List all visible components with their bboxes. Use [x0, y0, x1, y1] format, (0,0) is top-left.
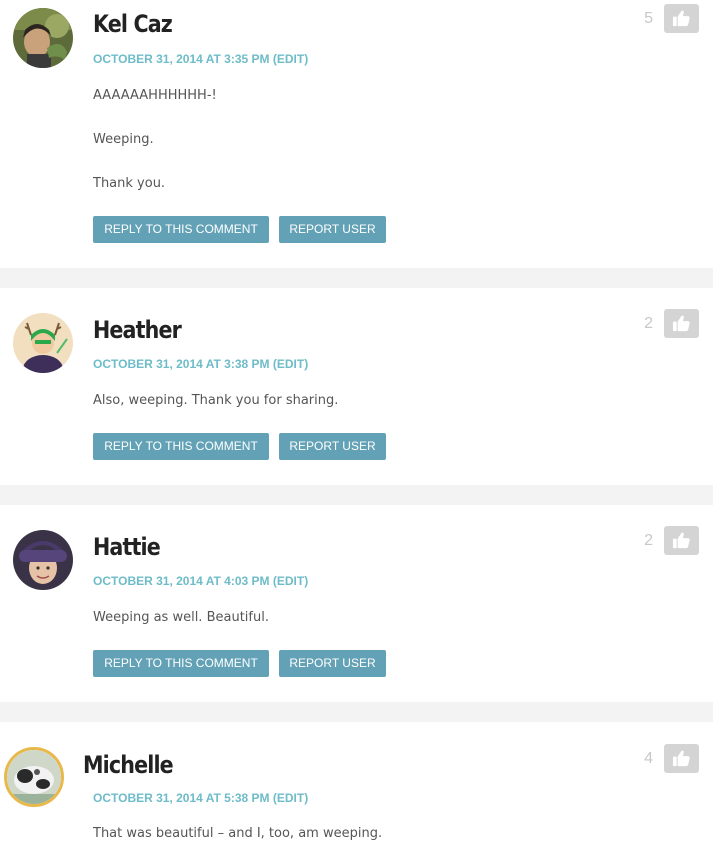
comment-meta: OCTOBER 31, 2014 AT 3:35 PM (EDIT) [93, 52, 308, 66]
like-button[interactable] [664, 4, 699, 33]
thumbs-up-icon [672, 10, 690, 27]
comment-text: That was beautiful – and I, too, am weep… [93, 826, 383, 841]
comment-meta: OCTOBER 31, 2014 AT 4:03 PM (EDIT) [93, 574, 308, 588]
thumbs-up-icon [672, 315, 690, 332]
comment-text: AAAAAAHHHHHH-! [93, 88, 217, 103]
edit-link[interactable]: (EDIT) [273, 791, 308, 805]
comment-text: Weeping as well. Beautiful. [93, 610, 269, 625]
comment-meta: OCTOBER 31, 2014 AT 3:38 PM (EDIT) [93, 357, 308, 371]
comment-text: Also, weeping. Thank you for sharing. [93, 393, 339, 408]
edit-link[interactable]: (EDIT) [273, 52, 308, 66]
comment-item: Heather OCTOBER 31, 2014 AT 3:38 PM (EDI… [0, 288, 713, 485]
reply-button[interactable]: REPLY TO THIS COMMENT [93, 216, 269, 243]
like-count: 4 [644, 750, 653, 767]
comment-list: Kel Caz OCTOBER 31, 2014 AT 3:35 PM (EDI… [0, 0, 713, 845]
like-button[interactable] [664, 309, 699, 338]
comment-text: Weeping. [93, 132, 154, 147]
avatar[interactable] [4, 747, 64, 807]
comment-author[interactable]: Hattie [93, 533, 161, 561]
comment-item: Kel Caz OCTOBER 31, 2014 AT 3:35 PM (EDI… [0, 0, 713, 268]
comment-author[interactable]: Michelle [83, 751, 174, 779]
reply-button[interactable]: REPLY TO THIS COMMENT [93, 650, 269, 677]
reply-button[interactable]: REPLY TO THIS COMMENT [93, 433, 269, 460]
avatar[interactable] [13, 530, 73, 590]
comment-date[interactable]: OCTOBER 31, 2014 AT 4:03 PM [93, 574, 270, 588]
like-button[interactable] [664, 744, 699, 773]
avatar[interactable] [13, 313, 73, 373]
like-count: 2 [644, 315, 653, 332]
like-button[interactable] [664, 526, 699, 555]
comment-meta: OCTOBER 31, 2014 AT 5:38 PM (EDIT) [93, 791, 308, 805]
comment-author[interactable]: Heather [93, 316, 182, 344]
edit-link[interactable]: (EDIT) [273, 574, 308, 588]
avatar[interactable] [13, 8, 73, 68]
comment-item: Michelle OCTOBER 31, 2014 AT 5:38 PM (ED… [0, 722, 713, 845]
thumbs-up-icon [672, 532, 690, 549]
comment-text: Thank you. [93, 176, 166, 191]
like-count: 2 [644, 532, 653, 549]
comment-date[interactable]: OCTOBER 31, 2014 AT 5:38 PM [93, 791, 270, 805]
comment-item: Hattie OCTOBER 31, 2014 AT 4:03 PM (EDIT… [0, 505, 713, 702]
edit-link[interactable]: (EDIT) [273, 357, 308, 371]
like-count: 5 [644, 10, 653, 27]
report-user-button[interactable]: REPORT USER [279, 216, 386, 243]
report-user-button[interactable]: REPORT USER [279, 650, 386, 677]
thumbs-up-icon [672, 750, 690, 767]
comment-date[interactable]: OCTOBER 31, 2014 AT 3:35 PM [93, 52, 270, 66]
report-user-button[interactable]: REPORT USER [279, 433, 386, 460]
comment-date[interactable]: OCTOBER 31, 2014 AT 3:38 PM [93, 357, 270, 371]
comment-author[interactable]: Kel Caz [93, 10, 173, 38]
